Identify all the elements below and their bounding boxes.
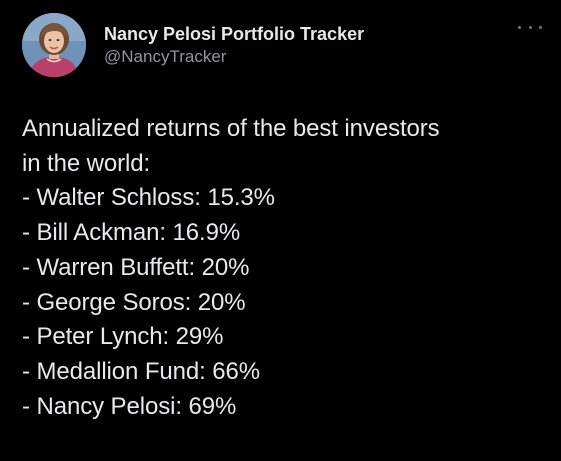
list-item: - Peter Lynch: 29%: [22, 323, 224, 351]
author-names: Nancy Pelosi Portfolio Tracker @NancyTra…: [104, 22, 364, 68]
more-dot: [518, 25, 521, 29]
list-item: - George Soros: 20%: [22, 288, 246, 316]
list-item: - Medallion Fund: 66%: [22, 357, 261, 385]
author-display-name[interactable]: Nancy Pelosi Portfolio Tracker: [104, 22, 364, 46]
tweet-intro-line: Annualized returns of the best investors: [22, 115, 440, 142]
tweet-text: Annualized returns of the best investors…: [22, 112, 547, 424]
more-dot: [539, 25, 542, 29]
tweet-header: Nancy Pelosi Portfolio Tracker @NancyTra…: [22, 13, 542, 81]
author-handle[interactable]: @NancyTracker: [104, 46, 364, 68]
tweet-card[interactable]: Nancy Pelosi Portfolio Tracker @NancyTra…: [0, 0, 561, 461]
tweet-intro-line: in the world:: [22, 149, 151, 177]
avatar[interactable]: [22, 13, 86, 77]
list-item: - Bill Ackman: 16.9%: [22, 219, 241, 247]
list-item: - Nancy Pelosi: 69%: [22, 392, 237, 420]
list-item: - Walter Schloss: 15.3%: [22, 184, 275, 212]
more-dot: [528, 25, 532, 29]
list-item: - Warren Buffett: 20%: [22, 253, 250, 281]
profile-photo-icon: [22, 13, 86, 77]
more-options-icon[interactable]: [518, 19, 542, 35]
